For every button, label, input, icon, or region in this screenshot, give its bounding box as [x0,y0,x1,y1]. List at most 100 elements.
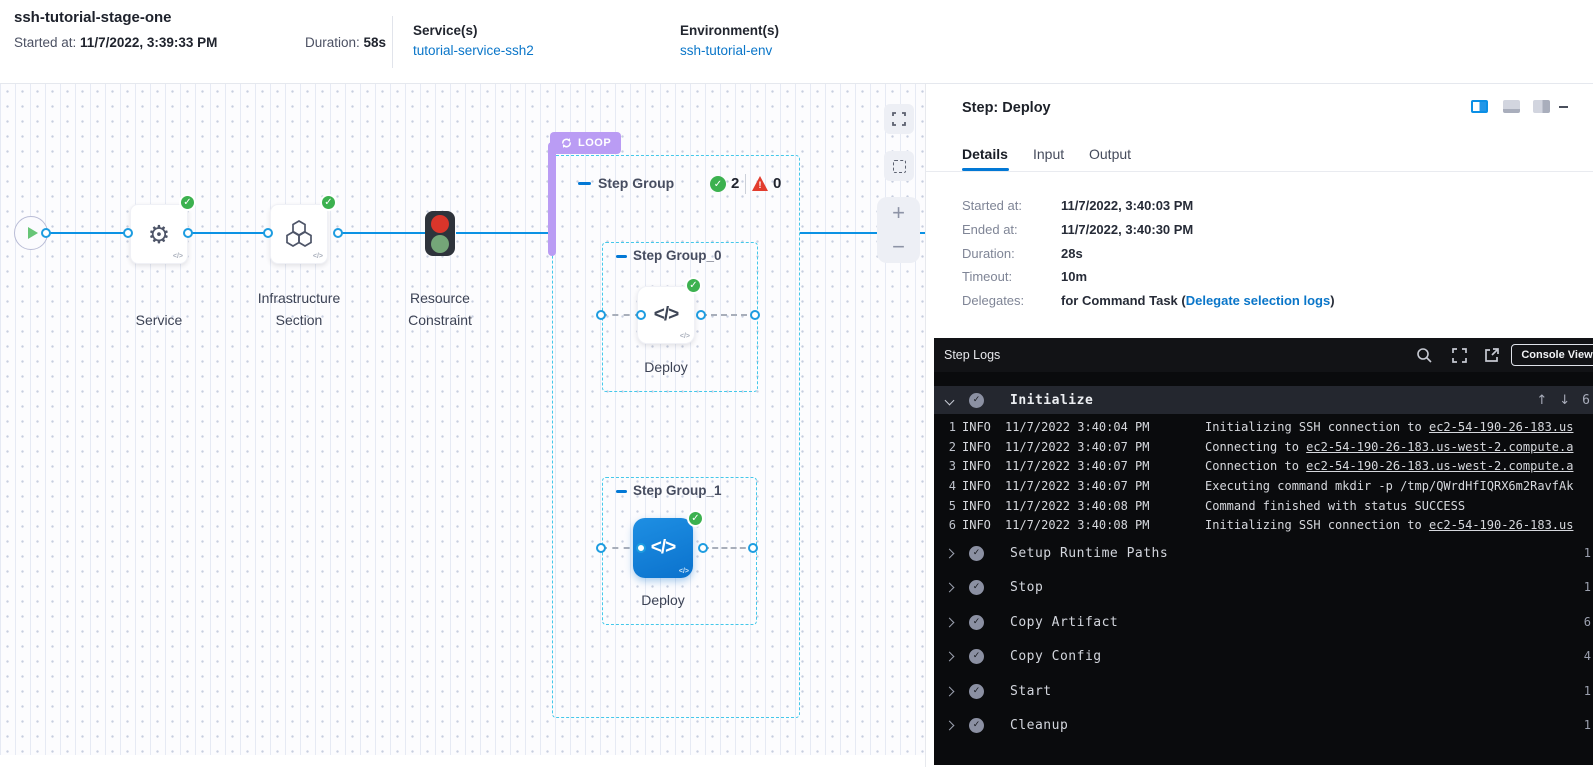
tab-details[interactable]: Details [962,146,1008,162]
fullscreen-button[interactable] [884,104,914,134]
connection-point[interactable] [596,543,606,553]
success-check-icon [685,277,702,294]
started-at-value: 11/7/2022, 3:39:33 PM [80,35,217,50]
loop-badge-label: LOOP [578,137,611,149]
stage-header: ssh-tutorial-stage-one Started at: 11/7/… [0,0,1593,84]
log-section-copy-artifact[interactable]: Copy Artifact 6 [934,608,1593,636]
success-check-icon [179,194,196,211]
section-duration: 1 [1584,546,1591,560]
log-level: INFO [962,420,1005,434]
section-check-icon [969,580,984,595]
log-section-initialize[interactable]: Initialize 6 [934,386,1593,414]
pipeline-canvas[interactable]: ⚙ </> Service </> InfrastructureSection … [0,84,925,767]
section-duration: 6 [1584,615,1591,629]
connection-point[interactable] [263,228,273,238]
log-message: Command finished with status SUCCESS [1205,499,1465,513]
zoom-in-button[interactable] [877,198,920,228]
detail-label: Timeout: [962,269,1012,284]
line-number: 3 [934,459,956,473]
collapse-icon[interactable] [616,490,627,493]
chevron-right-icon [945,582,955,592]
tabs-divider [926,171,1593,172]
step-group-1-label[interactable]: Step Group_1 [633,483,722,498]
header-divider [392,16,393,68]
log-level: INFO [962,459,1005,473]
step-group-0-label[interactable]: Step Group_0 [633,248,722,263]
traffic-light-red-icon [431,215,449,233]
selection-mode-button[interactable] [884,151,914,181]
canvas-scroll-track[interactable] [0,755,925,767]
layout-bottom-icon[interactable] [1503,100,1520,113]
section-name: Stop [1010,580,1043,595]
step-group-label[interactable]: Step Group [598,175,674,191]
zoom-out-button[interactable] [877,232,920,262]
log-link[interactable]: ec2-54-190-26-183.us [1429,420,1574,434]
log-section-cleanup[interactable]: Cleanup 1 [934,711,1593,739]
code-badge-icon: </> [313,253,323,260]
code-badge-icon: </> [173,253,183,260]
log-link[interactable]: ec2-54-190-26-183.us [1429,518,1574,532]
delegate-selection-logs-link[interactable]: Delegate selection logs [1186,293,1331,308]
connection-point[interactable] [183,228,193,238]
tab-input[interactable]: Input [1033,146,1064,162]
log-section-copy-config[interactable]: Copy Config 4 [934,642,1593,670]
open-external-icon[interactable] [1483,347,1500,364]
connection-point[interactable] [41,228,51,238]
scroll-down-icon[interactable] [1559,393,1570,408]
log-link[interactable]: ec2-54-190-26-183.us-west-2.compute.a [1306,440,1573,454]
code-icon: </> [651,537,675,559]
service-node[interactable]: ⚙ </> [130,204,188,264]
environment-link[interactable]: ssh-tutorial-env [680,43,772,58]
connection-point[interactable] [636,543,646,553]
delegates-text: for Command Task ( [1061,293,1186,308]
delegates-value: for Command Task (Delegate selection log… [1061,293,1335,308]
step-details-panel: Step: Deploy Details Input Output Starte… [925,84,1593,767]
connection-point[interactable] [596,310,606,320]
log-time: 11/7/2022 3:40:07 PM [1005,440,1205,454]
search-icon[interactable] [1416,347,1433,364]
duration-value: 58s [364,35,387,50]
expand-logs-icon[interactable] [1451,347,1468,364]
log-section-start[interactable]: Start 1 [934,677,1593,705]
step-group-container[interactable] [552,155,800,718]
console-view-button[interactable]: Console View [1511,344,1593,366]
scroll-up-icon[interactable] [1536,393,1547,408]
resource-constraint-node[interactable] [425,211,455,256]
layout-split-right-icon[interactable] [1471,100,1488,113]
collapse-icon[interactable] [578,182,591,185]
line-number: 5 [934,499,956,513]
connection-point[interactable] [636,310,646,320]
minimize-icon[interactable] [1559,106,1568,108]
code-icon: </> [654,304,678,326]
log-section-stop[interactable]: Stop 1 [934,573,1593,601]
deploy-step-0-label: Deploy [616,356,716,378]
connection-point[interactable] [698,543,708,553]
chevron-right-icon [945,617,955,627]
infrastructure-node[interactable]: </> [270,204,328,264]
connection-point[interactable] [748,543,758,553]
tab-output[interactable]: Output [1089,146,1131,162]
connection-point[interactable] [696,310,706,320]
log-message: Connection to [1205,459,1306,473]
section-duration: 6 [1582,393,1590,408]
collapse-icon[interactable] [616,255,627,258]
gear-icon: ⚙ [148,220,170,249]
log-link[interactable]: ec2-54-190-26-183.us-west-2.compute.a [1306,459,1573,473]
connection-point[interactable] [123,228,133,238]
success-count-icon [710,176,726,192]
layout-right-icon[interactable] [1533,100,1550,113]
section-name: Cleanup [1010,718,1068,733]
resource-label-line1: Resource [380,287,500,309]
deploy-step-1-label: Deploy [613,589,713,611]
log-line: 4INFO11/7/2022 3:40:07 PMExecuting comma… [934,479,1593,493]
chevron-right-icon [945,720,955,730]
log-message: Initializing SSH connection to [1205,420,1429,434]
section-check-icon [969,393,984,408]
chevron-down-icon [945,395,955,405]
connection-point[interactable] [750,310,760,320]
service-link[interactable]: tutorial-service-ssh2 [413,43,534,58]
success-check-icon [687,510,704,527]
log-section-setup-runtime-paths[interactable]: Setup Runtime Paths 1 [934,539,1593,567]
connection-point[interactable] [333,228,343,238]
detail-label: Delegates: [962,293,1024,308]
